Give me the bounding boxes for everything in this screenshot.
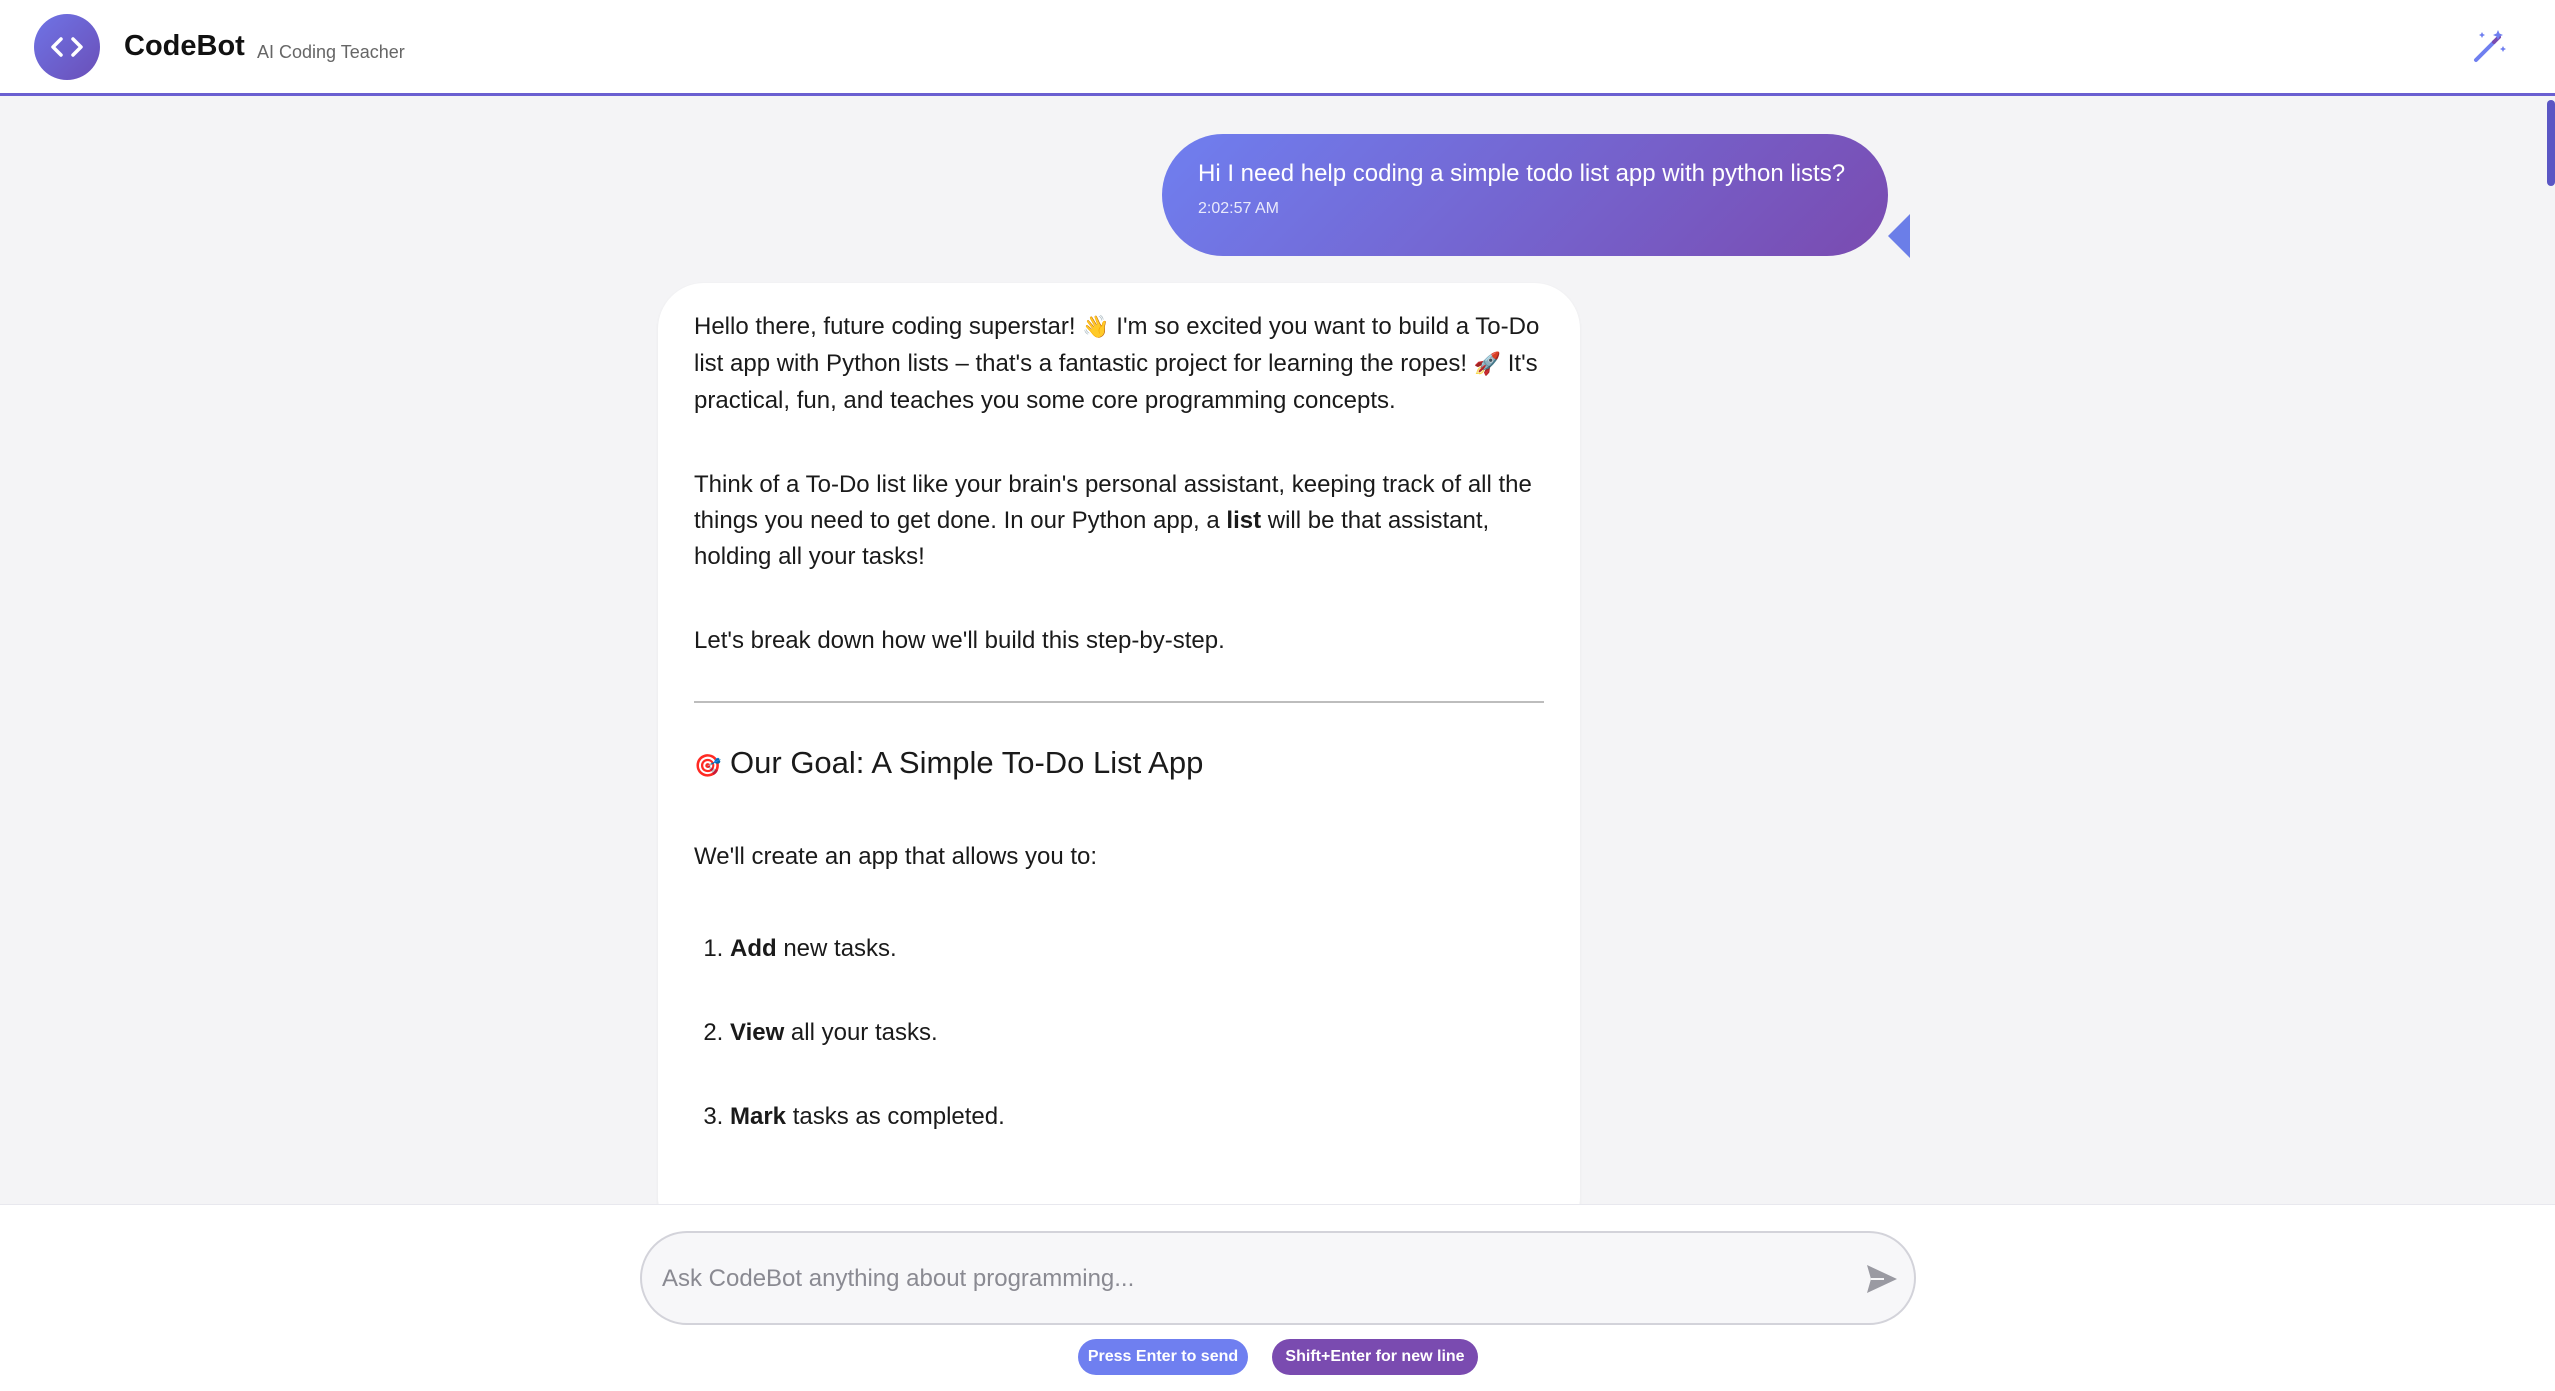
scrollbar-thumb[interactable] (2547, 100, 2555, 186)
feature-list: Add new tasks. View all your tasks. Mark… (694, 931, 1544, 1135)
app-header: CodeBot AI Coding Teacher (0, 0, 2555, 96)
app-name: CodeBot (124, 30, 245, 62)
rocket-emoji-icon: 🚀 (1473, 352, 1502, 377)
target-emoji-icon: 🎯 (694, 754, 722, 779)
list-item-bold: View (730, 1019, 785, 1046)
goal-heading-text: Our Goal: A Simple To-Do List App (730, 745, 1204, 780)
list-item: Mark tasks as completed. (730, 1099, 1544, 1135)
bot-intro-text-a: Hello there, future coding superstar! (694, 313, 1083, 340)
list-item-text: tasks as completed. (786, 1103, 1005, 1130)
bot-goal-paragraph: We'll create an app that allows you to: (694, 843, 1098, 870)
bot-breakdown-paragraph: Let's break down how we'll build this st… (694, 627, 1225, 654)
list-item: Add new tasks. (730, 931, 1544, 967)
app-subtitle: AI Coding Teacher (257, 42, 405, 62)
message-input[interactable] (660, 1255, 1824, 1303)
bot-assistant-paragraph: Think of a To-Do list like your brain's … (694, 467, 1544, 575)
code-brackets-icon (34, 14, 100, 80)
chat-area[interactable]: Hi I need help coding a simple todo list… (0, 96, 2555, 1204)
hint-send-badge: Press Enter to send (1078, 1339, 1248, 1375)
user-message-time: 2:02:57 AM (1198, 200, 1279, 217)
user-message-tail (1888, 214, 1910, 258)
bot-intro-paragraph: Hello there, future coding superstar! 👋 … (694, 309, 1544, 419)
list-item-text: all your tasks. (784, 1019, 938, 1046)
goal-heading: 🎯 Our Goal: A Simple To-Do List App (694, 743, 1544, 787)
list-item-text: new tasks. (776, 935, 897, 962)
divider (694, 701, 1544, 703)
list-item: View all your tasks. (730, 1015, 1544, 1051)
bot-para2-bold: list (1226, 507, 1262, 534)
bot-message: Hello there, future coding superstar! 👋 … (658, 283, 1580, 1204)
message-input-container[interactable] (640, 1231, 1916, 1325)
user-message: Hi I need help coding a simple todo list… (1162, 134, 1888, 256)
list-item-bold: Mark (730, 1103, 787, 1130)
user-message-text: Hi I need help coding a simple todo list… (1198, 160, 1846, 187)
list-item-bold: Add (730, 935, 777, 962)
magic-wand-icon[interactable] (2470, 28, 2508, 66)
composer: Press Enter to send Shift+Enter for new … (0, 1204, 2555, 1391)
hint-newline-badge: Shift+Enter for new line (1272, 1339, 1478, 1375)
wave-emoji-icon: 👋 (1082, 315, 1110, 340)
send-icon[interactable] (1864, 1261, 1900, 1297)
